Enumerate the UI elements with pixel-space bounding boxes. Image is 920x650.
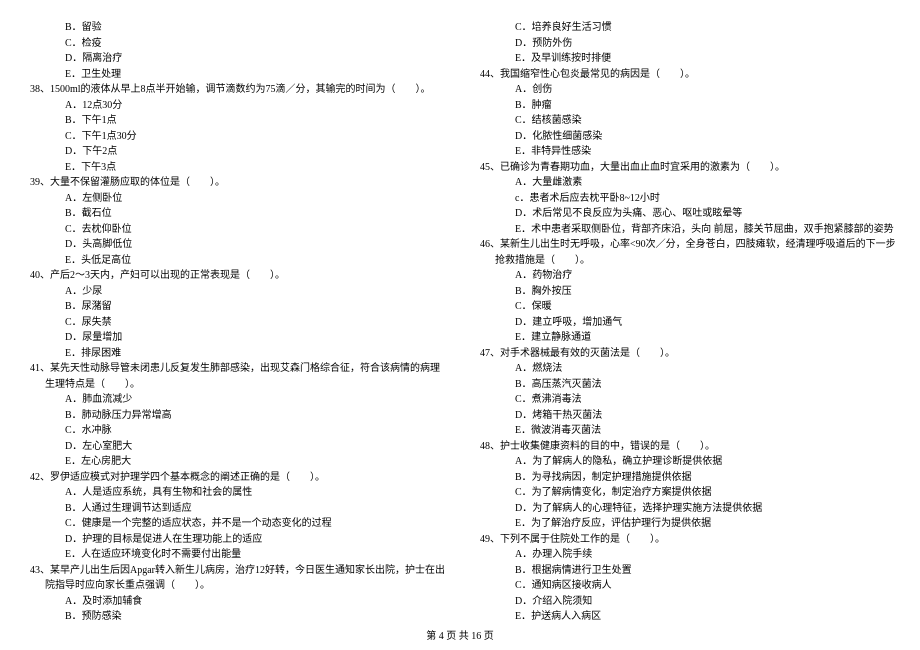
option: C．尿失禁: [30, 315, 440, 331]
question: 40、产后2～3天内，产妇可以出现的正常表现是（ ）。: [30, 268, 440, 284]
question: 44、我国缩窄性心包炎最常见的病因是（ ）。: [480, 67, 890, 83]
option: A．办理入院手续: [480, 547, 890, 563]
option: D．术后常见不良反应为头痛、恶心、呕吐或眩晕等: [480, 206, 890, 222]
question: 38、1500ml的液体从早上8点半开始输，调节滴数约为75滴／分，其输完的时间…: [30, 82, 440, 98]
option: B．为寻找病因，制定护理措施提供依据: [480, 470, 890, 486]
option: B．留验: [30, 20, 440, 36]
option: A．为了解病人的隐私，确立护理诊断提供依据: [480, 454, 890, 470]
question: 45、已确诊为青春期功血，大量出血止血时宜采用的激素为（ ）。: [480, 160, 890, 176]
option: A．人是适应系统，具有生物和社会的属性: [30, 485, 440, 501]
option: D．头高脚低位: [30, 237, 440, 253]
option: E．及早训练按时排便: [480, 51, 890, 67]
option: D．预防外伤: [480, 36, 890, 52]
option: B．截石位: [30, 206, 440, 222]
option: D．化脓性细菌感染: [480, 129, 890, 145]
option: E．头低足高位: [30, 253, 440, 269]
option: E．护送病人入病区: [480, 609, 890, 625]
option: C．下午1点30分: [30, 129, 440, 145]
option: c．患者术后应去枕平卧8~12小时: [480, 191, 890, 207]
option: A．左侧卧位: [30, 191, 440, 207]
option: D．烤箱干热灭菌法: [480, 408, 890, 424]
option: A．12点30分: [30, 98, 440, 114]
option: B．根据病情进行卫生处置: [480, 563, 890, 579]
option: D．为了解病人的心理特征，选择护理实施方法提供依据: [480, 501, 890, 517]
continuation: 生理特点是（ ）。: [30, 377, 440, 393]
question: 47、对手术器械最有效的灭菌法是（ ）。: [480, 346, 890, 362]
option: D．下午2点: [30, 144, 440, 160]
page-columns: B．留验C．检疫D．隔离治疗E．卫生处理38、1500ml的液体从早上8点半开始…: [30, 20, 890, 625]
option: C．通知病区接收病人: [480, 578, 890, 594]
option: E．排尿困难: [30, 346, 440, 362]
option: B．预防感染: [30, 609, 440, 625]
option: E．左心房肥大: [30, 454, 440, 470]
option: A．肺血流减少: [30, 392, 440, 408]
option: A．药物治疗: [480, 268, 890, 284]
question: 46、某新生儿出生时无呼吸，心率<90次／分，全身苍白，四肢瘫软，经清理呼吸道后…: [480, 237, 890, 253]
option: D．介绍入院须知: [480, 594, 890, 610]
option: C．结核菌感染: [480, 113, 890, 129]
continuation: 抢救措施是（ ）。: [480, 253, 890, 269]
option: D．尿量增加: [30, 330, 440, 346]
question: 49、下列不属于住院处工作的是（ ）。: [480, 532, 890, 548]
option: B．人通过生理调节达到适应: [30, 501, 440, 517]
option: A．创伤: [480, 82, 890, 98]
option: B．下午1点: [30, 113, 440, 129]
option: B．高压蒸汽灭菌法: [480, 377, 890, 393]
option: D．护理的目标是促进人在生理功能上的适应: [30, 532, 440, 548]
option: B．尿潴留: [30, 299, 440, 315]
option: C．为了解病情变化，制定治疗方案提供依据: [480, 485, 890, 501]
question: 42、罗伊适应模式对护理学四个基本概念的阐述正确的是（ ）。: [30, 470, 440, 486]
option: B．胸外按压: [480, 284, 890, 300]
option: C．健康是一个完整的适应状态，并不是一个动态变化的过程: [30, 516, 440, 532]
option: C．去枕仰卧位: [30, 222, 440, 238]
option: E．建立静脉通道: [480, 330, 890, 346]
option: D．左心室肥大: [30, 439, 440, 455]
question: 48、护士收集健康资料的目的中，错误的是（ ）。: [480, 439, 890, 455]
option: D．隔离治疗: [30, 51, 440, 67]
right-column: C．培养良好生活习惯D．预防外伤E．及早训练按时排便44、我国缩窄性心包炎最常见…: [480, 20, 890, 625]
option: C．水冲脉: [30, 423, 440, 439]
option: E．微波消毒灭菌法: [480, 423, 890, 439]
option: E．为了解治疗反应，评估护理行为提供依据: [480, 516, 890, 532]
option: C．保暖: [480, 299, 890, 315]
option: A．大量雌激素: [480, 175, 890, 191]
option: B．肺动脉压力异常增高: [30, 408, 440, 424]
question: 39、大量不保留灌肠应取的体位是（ ）。: [30, 175, 440, 191]
question: 43、某早产儿出生后因Apgar转入新生儿病房，治疗12好转，今日医生通知家长出…: [30, 563, 440, 579]
option: E．非特异性感染: [480, 144, 890, 160]
option: A．少尿: [30, 284, 440, 300]
question: 41、某先天性动脉导管未闭患儿反复发生肺部感染，出现艾森门格综合征，符合该病情的…: [30, 361, 440, 377]
option: E．术中患者采取侧卧位，背部齐床沿，头向 前屈，膝关节屈曲，双手抱紧膝部的姿势: [480, 222, 890, 238]
option: D．建立呼吸，增加通气: [480, 315, 890, 331]
option: E．卫生处理: [30, 67, 440, 83]
option: B．肿瘤: [480, 98, 890, 114]
continuation: 院指导时应向家长重点强调（ ）。: [30, 578, 440, 594]
option: C．检疫: [30, 36, 440, 52]
option: C．培养良好生活习惯: [480, 20, 890, 36]
option: C．煮沸消毒法: [480, 392, 890, 408]
option: E．下午3点: [30, 160, 440, 176]
option: A．燃烧法: [480, 361, 890, 377]
page-footer: 第 4 页 共 16 页: [0, 627, 920, 642]
option: A．及时添加辅食: [30, 594, 440, 610]
left-column: B．留验C．检疫D．隔离治疗E．卫生处理38、1500ml的液体从早上8点半开始…: [30, 20, 440, 625]
option: E．人在适应环境变化时不需要付出能量: [30, 547, 440, 563]
